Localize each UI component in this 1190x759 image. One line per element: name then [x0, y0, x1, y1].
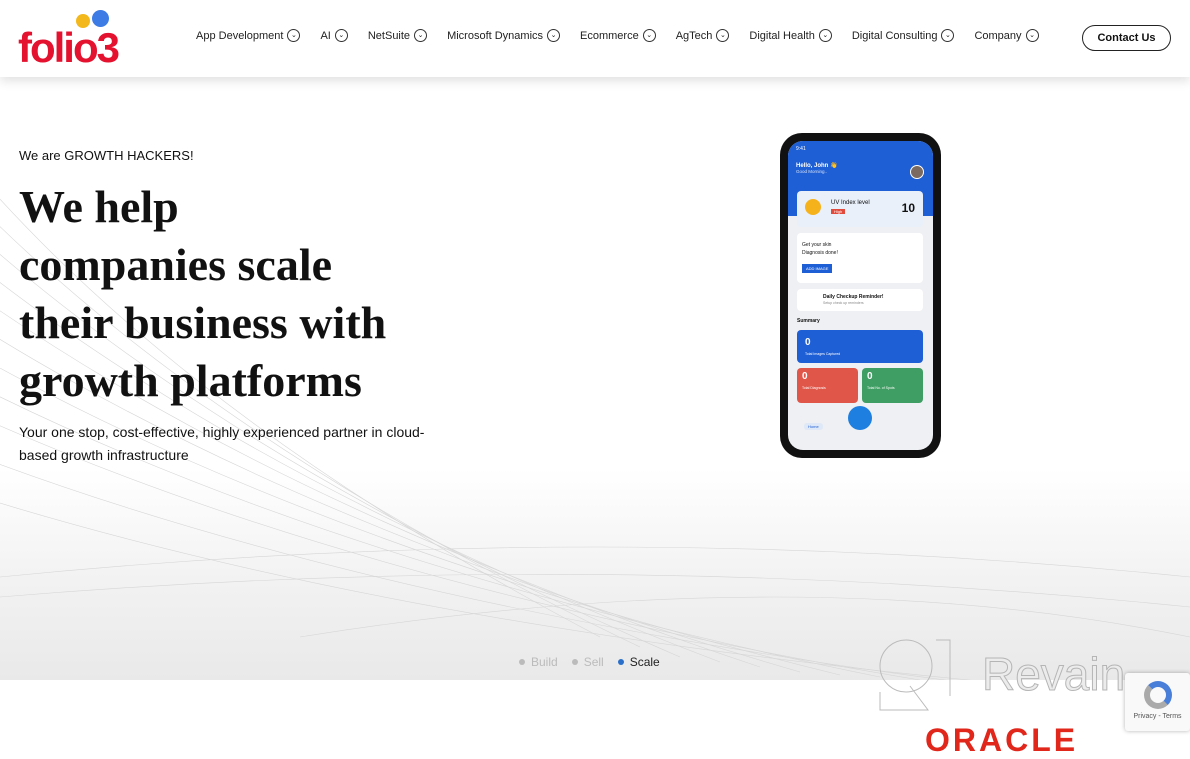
spots-card: 0 Total No. of Spots	[862, 368, 923, 403]
chevron-down-icon: ⌄	[716, 29, 730, 42]
nav-microsoft-dynamics[interactable]: Microsoft Dynamics ⌄	[447, 29, 561, 42]
revain-logo-icon	[879, 639, 951, 711]
nav-label: Digital Consulting	[851, 29, 938, 42]
nav-company[interactable]: Company ⌄	[974, 29, 1039, 42]
chevron-down-icon: ⌄	[414, 29, 428, 42]
hero-subtitle: Your one stop, cost-effective, highly ex…	[19, 424, 425, 463]
reminder-sub: Setup check up reminders	[823, 301, 864, 305]
spots-label: Total No. of Spots	[867, 386, 895, 390]
uv-card: UV Index level High 10	[797, 191, 923, 227]
bullet-icon	[617, 659, 624, 665]
chevron-down-icon: ⌄	[818, 29, 832, 42]
summary-label: Summary	[797, 318, 820, 324]
chevron-down-icon: ⌄	[547, 29, 561, 42]
step-scale[interactable]: Scale	[617, 655, 660, 669]
phone-mockup: 9:41 Hello, John 👋 Good Morning.. UV Ind…	[780, 133, 941, 458]
diag-value: 0	[802, 371, 808, 382]
nav-label: Digital Health	[749, 29, 815, 42]
nav-label: AgTech	[675, 29, 713, 42]
spots-value: 0	[867, 371, 873, 382]
recaptcha-icon	[1143, 681, 1172, 709]
title-line: companies scale	[19, 239, 333, 290]
revain-watermark: Revain	[876, 636, 1126, 712]
nav-app-development[interactable]: App Development ⌄	[196, 29, 301, 42]
step-label: Scale	[629, 655, 660, 669]
oracle-logo: ORACLE	[925, 722, 1079, 758]
hero-eyebrow: We are GROWTH HACKERS!	[19, 148, 194, 163]
recaptcha-badge[interactable]: Privacy - Terms	[1125, 673, 1190, 731]
diagnosis-card: 0 Total Diagnosis	[797, 368, 858, 403]
bullet-icon	[519, 659, 525, 665]
skin-card: Get your skin Diagnosis done! ADD IMAGE	[797, 233, 923, 283]
diag-label: Total Diagnosis	[802, 386, 826, 390]
nav-label: Company	[974, 29, 1022, 42]
nav-label: Microsoft Dynamics	[447, 29, 544, 42]
chevron-down-icon: ⌄	[334, 29, 348, 42]
sun-icon	[805, 199, 821, 215]
nav-label: AI	[320, 29, 331, 42]
nav-label: App Development	[196, 29, 284, 42]
recaptcha-links[interactable]: Privacy - Terms	[1125, 713, 1190, 720]
bullet-icon	[571, 659, 578, 665]
chevron-down-icon: ⌄	[642, 29, 656, 42]
main-nav: App Development ⌄ AI ⌄ NetSuite ⌄ Microsoft…	[196, 29, 1059, 42]
greeting: Hello, John 👋	[796, 163, 838, 169]
add-image-button[interactable]: ADD IMAGE	[802, 264, 833, 273]
step-label: Sell	[583, 655, 604, 669]
phone-screen: 9:41 Hello, John 👋 Good Morning.. UV Ind…	[788, 141, 933, 450]
images-value: 0	[805, 337, 811, 348]
images-card: 0 Total Images Captured	[797, 330, 923, 363]
skin-text: Get your skin Diagnosis done!	[802, 242, 838, 256]
title-line: growth platforms	[19, 355, 362, 406]
contact-us-button[interactable]: Contact Us	[1082, 25, 1171, 51]
status-time: 9:41	[796, 146, 806, 152]
site-header: folio3 App Development ⌄ AI ⌄ NetSuite ⌄ Mi…	[0, 0, 1190, 77]
nav-ai[interactable]: AI ⌄	[320, 29, 348, 42]
folio3-logo[interactable]: folio3	[18, 10, 133, 71]
reminder-card[interactable]: Daily Checkup Reminder! Setup check up r…	[797, 289, 923, 311]
scan-fab-button[interactable]	[848, 406, 872, 430]
chevron-down-icon: ⌄	[1025, 29, 1039, 42]
uv-badge: High	[831, 209, 846, 214]
step-label: Build	[531, 655, 558, 669]
hero-title: We help companies scale their business w…	[19, 178, 479, 410]
logo-text: folio3	[18, 24, 120, 71]
images-label: Total Images Captured	[805, 352, 841, 356]
revain-word: Revain	[981, 648, 1126, 701]
chevron-down-icon: ⌄	[287, 29, 301, 42]
step-sell[interactable]: Sell	[571, 655, 604, 669]
nav-netsuite[interactable]: NetSuite ⌄	[367, 29, 428, 42]
title-line: We help	[19, 181, 179, 232]
nav-agtech[interactable]: AgTech ⌄	[676, 29, 730, 42]
avatar	[910, 165, 924, 179]
title-line: their business with	[19, 297, 387, 348]
nav-digital-consulting[interactable]: Digital Consulting ⌄	[852, 29, 955, 42]
greeting-sub: Good Morning..	[796, 169, 828, 174]
step-build[interactable]: Build	[519, 655, 558, 669]
nav-label: Ecommerce	[580, 29, 639, 42]
nav-label: NetSuite	[367, 29, 411, 42]
home-tab[interactable]: Home	[804, 423, 823, 430]
uv-value: 10	[901, 201, 915, 215]
uv-label: UV Index level	[831, 200, 870, 206]
reminder-title: Daily Checkup Reminder!	[823, 294, 884, 300]
hero-steps: Build Sell Scale	[519, 655, 660, 669]
chevron-down-icon: ⌄	[941, 29, 955, 42]
nav-digital-health[interactable]: Digital Health ⌄	[749, 29, 832, 42]
nav-ecommerce[interactable]: Ecommerce ⌄	[580, 29, 656, 42]
